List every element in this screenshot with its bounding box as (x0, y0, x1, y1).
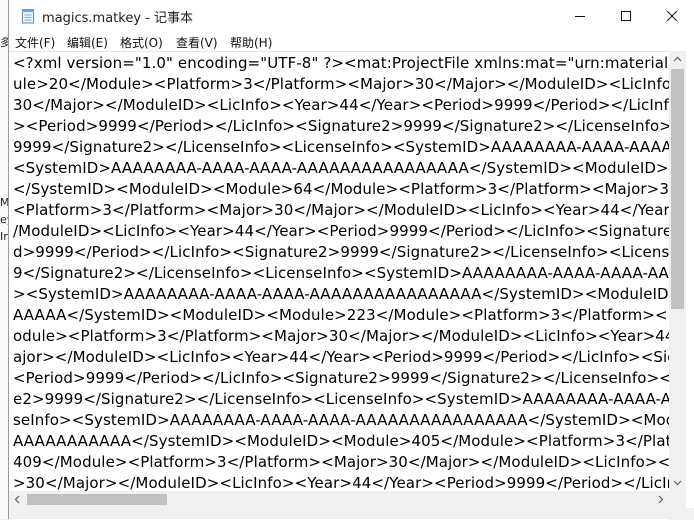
title-bar[interactable]: magics.matkey - 记事本 (9, 0, 694, 32)
menu-help[interactable]: 帮助(H) (230, 34, 272, 51)
scroll-up-button[interactable] (669, 51, 686, 68)
scrollbar-corner (669, 491, 686, 508)
maximize-icon (620, 7, 632, 26)
scroll-right-button[interactable] (652, 491, 669, 508)
menu-view[interactable]: 查看(V) (176, 34, 218, 51)
text-line: 9</Signature2></LicenseInfo><LicenseInfo… (13, 264, 669, 282)
minimize-button[interactable] (557, 0, 603, 32)
text-line: ><Period>9999</Period></LicInfo><Signatu… (13, 117, 669, 135)
text-line: 30</Major></ModuleID><LicInfo><Year>44</… (13, 96, 669, 114)
horizontal-scrollbar[interactable] (9, 491, 669, 508)
minimize-icon (574, 7, 586, 26)
text-line: ><SystemID>AAAAAAAA-AAAA-AAAA-AAAAAAAAAA… (13, 285, 669, 303)
vertical-scrollbar[interactable] (669, 51, 686, 491)
text-line: 9999</Signature2></LicenseInfo><LicenseI… (13, 138, 669, 156)
scroll-down-button[interactable] (669, 474, 686, 491)
text-line: <SystemID>AAAAAAAA-AAAA-AAAA-AAAAAAAAAAA… (13, 159, 669, 177)
text-line: AAAAAAAAAAA</SystemID><ModuleID><Module>… (13, 432, 669, 450)
close-button[interactable] (649, 0, 694, 32)
scroll-left-button[interactable] (9, 491, 26, 508)
text-line: d>9999</Period></LicInfo><Signature2>999… (13, 243, 669, 261)
text-line: odule><Platform>3</Platform><Major>30</M… (13, 327, 669, 345)
text-line: seInfo><SystemID>AAAAAAAA-AAAA-AAAA-AAAA… (13, 411, 669, 429)
text-line: AAAAA</SystemID><ModuleID><Module>223</M… (13, 306, 669, 324)
text-line: <?xml version="1.0" encoding="UTF-8" ?><… (13, 54, 669, 72)
text-editor-area[interactable]: <?xml version="1.0" encoding="UTF-8" ?><… (9, 51, 669, 520)
notepad-window: magics.matkey - 记事本 文件(F) 编辑(E) 格式(O) 查看… (8, 0, 694, 520)
menu-edit[interactable]: 编辑(E) (67, 34, 108, 51)
notepad-icon[interactable] (21, 8, 35, 24)
vertical-scroll-thumb[interactable] (671, 69, 684, 309)
menu-file[interactable]: 文件(F) (15, 34, 55, 51)
maximize-button[interactable] (603, 0, 649, 32)
text-line: 409</Module><Platform>3</Platform><Major… (13, 453, 669, 471)
text-line: ajor></ModuleID><LicInfo><Year>44</Year>… (13, 348, 669, 366)
window-title: magics.matkey - 记事本 (42, 11, 193, 26)
text-line: /ModuleID><LicInfo><Year>44</Year><Perio… (13, 222, 669, 240)
window-bottom-edge (9, 508, 694, 519)
text-line: ule>20</Module><Platform>3</Platform><Ma… (13, 75, 669, 93)
horizontal-scroll-thumb[interactable] (27, 494, 167, 505)
close-icon (666, 7, 678, 26)
menu-bar: 文件(F) 编辑(E) 格式(O) 查看(V) 帮助(H) (9, 32, 694, 51)
text-line: <Platform>3</Platform><Major>30</Major><… (13, 201, 669, 219)
text-line: </SystemID><ModuleID><Module>64</Module>… (13, 180, 669, 198)
text-line: e2>9999</Signature2></LicenseInfo><Licen… (13, 390, 669, 408)
menu-format[interactable]: 格式(O) (120, 34, 163, 51)
text-line: <Period>9999</Period></LicInfo><Signatur… (13, 369, 669, 387)
